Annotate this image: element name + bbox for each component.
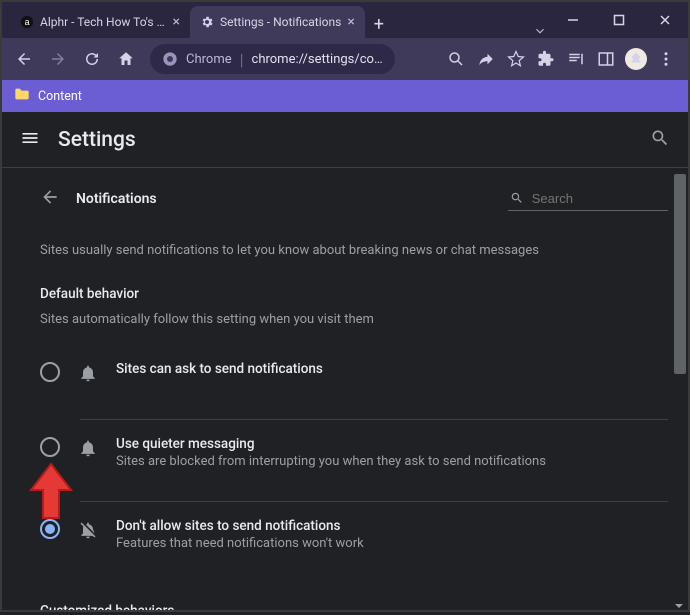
- bookmarks-bar: Content: [2, 80, 688, 112]
- alphr-favicon-icon: a: [20, 15, 34, 29]
- settings-content: Notifications Sites usually send notific…: [2, 168, 688, 610]
- home-button[interactable]: [112, 45, 140, 73]
- browser-tab-alphr[interactable]: a Alphr - Tech How To's & G ×: [10, 6, 190, 38]
- radio-selected[interactable]: [40, 519, 60, 539]
- option-subtitle: Features that need notifications won't w…: [116, 536, 364, 551]
- tab-label: Settings - Notifications: [220, 15, 341, 29]
- extensions-icon[interactable]: [532, 45, 560, 73]
- forward-button[interactable]: [44, 45, 72, 73]
- svg-text:a: a: [25, 17, 30, 27]
- window-titlebar: a Alphr - Tech How To's & G × Settings -…: [2, 2, 688, 38]
- address-bar[interactable]: Chrome | chrome://settings/co…: [150, 44, 395, 74]
- bookmark-content[interactable]: Content: [38, 89, 82, 104]
- page-title: Settings: [58, 128, 136, 152]
- menu-kebab-icon[interactable]: [652, 45, 680, 73]
- option-subtitle: Sites are blocked from interrupting you …: [116, 454, 546, 469]
- option-dont-allow[interactable]: Don't allow sites to send notifications …: [40, 502, 668, 567]
- menu-hamburger-icon[interactable]: [20, 128, 40, 152]
- window-minimize-button[interactable]: [550, 2, 596, 38]
- side-panel-icon[interactable]: [592, 45, 620, 73]
- address-url: chrome://settings/co…: [252, 52, 383, 67]
- bell-icon: [78, 363, 98, 387]
- bookmark-star-icon[interactable]: [502, 45, 530, 73]
- option-sites-can-ask[interactable]: Sites can ask to send notifications: [40, 345, 668, 403]
- close-icon[interactable]: ×: [173, 14, 180, 30]
- back-button[interactable]: [10, 45, 38, 73]
- back-arrow-button[interactable]: [40, 187, 60, 211]
- search-icon: [510, 190, 524, 206]
- new-tab-button[interactable]: +: [365, 10, 393, 38]
- subpage-title: Notifications: [76, 191, 157, 207]
- search-input[interactable]: [532, 191, 666, 206]
- address-prefix: Chrome: [186, 52, 232, 67]
- browser-tab-settings[interactable]: Settings - Notifications ×: [190, 6, 365, 38]
- browser-toolbar: Chrome | chrome://settings/co…: [2, 38, 688, 80]
- option-quieter-messaging[interactable]: Use quieter messaging Sites are blocked …: [40, 420, 668, 485]
- scrollbar-thumb[interactable]: [674, 174, 686, 374]
- close-icon[interactable]: ×: [347, 14, 354, 30]
- bell-icon: [78, 438, 98, 462]
- settings-search-button[interactable]: [650, 128, 670, 152]
- window-close-button[interactable]: [642, 2, 688, 38]
- default-behavior-sub: Sites automatically follow this setting …: [40, 312, 668, 327]
- scrollbar-down-arrow[interactable]: [674, 596, 684, 606]
- settings-appbar: Settings: [2, 112, 688, 168]
- zoom-icon[interactable]: [442, 45, 470, 73]
- gear-icon: [200, 15, 214, 29]
- page-intro-text: Sites usually send notifications to let …: [40, 243, 668, 258]
- radio-unselected[interactable]: [40, 437, 60, 457]
- subpage-search-field[interactable]: [508, 186, 668, 211]
- option-title: Use quieter messaging: [116, 436, 546, 452]
- reload-button[interactable]: [78, 45, 106, 73]
- folder-icon: [14, 87, 30, 105]
- tab-label: Alphr - Tech How To's & G: [40, 15, 167, 29]
- bell-off-icon: [78, 520, 98, 544]
- radio-unselected[interactable]: [40, 362, 60, 382]
- chrome-logo-icon: [162, 51, 178, 67]
- option-title: Don't allow sites to send notifications: [116, 518, 364, 534]
- profile-avatar[interactable]: [622, 45, 650, 73]
- reading-list-icon[interactable]: [562, 45, 590, 73]
- share-icon[interactable]: [472, 45, 500, 73]
- option-title: Sites can ask to send notifications: [116, 361, 323, 377]
- default-behavior-heading: Default behavior: [40, 286, 668, 302]
- custom-behavior-heading: Customized behaviors: [40, 603, 668, 610]
- tab-search-button[interactable]: [530, 24, 550, 38]
- window-maximize-button[interactable]: [596, 2, 642, 38]
